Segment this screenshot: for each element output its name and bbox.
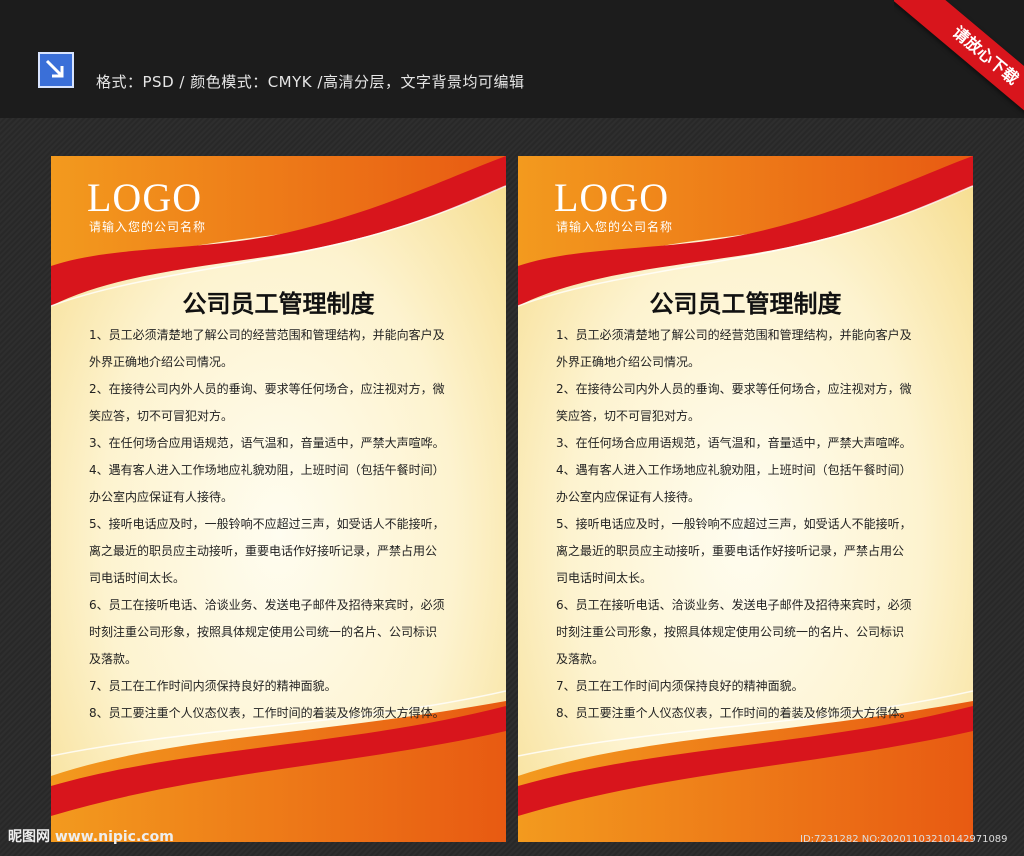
rule-line: 司电话时间太长。 — [556, 571, 653, 585]
rule-line: 1、员工必须清楚地了解公司的经营范围和管理结构，并能向客户及 — [89, 328, 445, 342]
rule-line: 7、员工在工作时间内须保持良好的精神面貌。 — [89, 679, 337, 693]
download-ribbon-label: 请放心下载 — [894, 0, 1024, 118]
rules-list: 1、员工必须清楚地了解公司的经营范围和管理结构，并能向客户及 外界正确地介绍公司… — [556, 322, 948, 727]
download-ribbon: 请放心下载 — [894, 0, 1024, 118]
company-name: 请输入您的公司名称 — [556, 220, 674, 234]
logo-text: LOGO — [554, 175, 670, 220]
arrow-down-right-icon — [38, 52, 74, 88]
image-id-watermark: ID:7231282 NO:20201103210142971089 — [800, 834, 1008, 845]
rule-line: 时刻注重公司形象，按照具体规定使用公司统一的名片、公司标识 — [556, 625, 905, 639]
rule-line: 3、在任何场合应用语规范，语气温和，音量适中，严禁大声喧哗。 — [556, 436, 912, 450]
rule-line: 离之最近的职员应主动接听，重要电话作好接听记录，严禁占用公 — [89, 544, 438, 558]
rule-line: 7、员工在工作时间内须保持良好的精神面貌。 — [556, 679, 804, 693]
poster-right: LOGO 请输入您的公司名称 公司员工管理制度 1、员工必须清楚地了解公司的经营… — [518, 156, 973, 842]
rule-line: 办公室内应保证有人接待。 — [556, 490, 701, 504]
rule-line: 8、员工要注重个人仪态仪表，工作时间的着装及修饰须大方得体。 — [556, 706, 912, 720]
rule-line: 离之最近的职员应主动接听，重要电话作好接听记录，严禁占用公 — [556, 544, 905, 558]
rule-line: 1、员工必须清楚地了解公司的经营范围和管理结构，并能向客户及 — [556, 328, 912, 342]
info-header: 格式：PSD / 颜色模式：CMYK /高清分层，文字背景均可编辑 请放心下载 — [0, 0, 1024, 118]
rule-line: 笑应答，切不可冒犯对方。 — [89, 409, 234, 423]
rule-line: 外界正确地介绍公司情况。 — [556, 355, 701, 369]
rule-line: 2、在接待公司内外人员的垂询、要求等任何场合，应注视对方，微 — [556, 382, 912, 396]
site-watermark: 昵图网 www.nipic.com — [8, 829, 174, 845]
rule-line: 4、遇有客人进入工作场地应礼貌劝阻，上班时间（包括午餐时间） — [556, 463, 912, 477]
rule-line: 5、接听电话应及时，一般铃响不应超过三声，如受话人不能接听， — [556, 517, 912, 531]
rule-line: 8、员工要注重个人仪态仪表，工作时间的着装及修饰须大方得体。 — [89, 706, 445, 720]
rule-line: 6、员工在接听电话、洽谈业务、发送电子邮件及招待来宾时，必须 — [89, 598, 445, 612]
format-info-text: 格式：PSD / 颜色模式：CMYK /高清分层，文字背景均可编辑 — [96, 73, 525, 91]
poster-left: LOGO 请输入您的公司名称 公司员工管理制度 1、员工必须清楚地了解公司的经营… — [51, 156, 506, 842]
rule-line: 及落款。 — [89, 652, 138, 666]
rule-line: 及落款。 — [556, 652, 605, 666]
poster-title: 公司员工管理制度 — [649, 289, 842, 318]
rule-line: 笑应答，切不可冒犯对方。 — [556, 409, 701, 423]
rule-line: 5、接听电话应及时，一般铃响不应超过三声，如受话人不能接听， — [89, 517, 445, 531]
rule-line: 时刻注重公司形象，按照具体规定使用公司统一的名片、公司标识 — [89, 625, 438, 639]
company-name: 请输入您的公司名称 — [89, 220, 207, 234]
poster-title: 公司员工管理制度 — [182, 289, 375, 318]
rule-line: 2、在接待公司内外人员的垂询、要求等任何场合，应注视对方，微 — [89, 382, 445, 396]
rule-line: 司电话时间太长。 — [89, 571, 186, 585]
rule-line: 外界正确地介绍公司情况。 — [89, 355, 234, 369]
rule-line: 办公室内应保证有人接待。 — [89, 490, 234, 504]
rule-line: 6、员工在接听电话、洽谈业务、发送电子邮件及招待来宾时，必须 — [556, 598, 912, 612]
rules-list: 1、员工必须清楚地了解公司的经营范围和管理结构，并能向客户及 外界正确地介绍公司… — [89, 322, 481, 727]
logo-text: LOGO — [87, 175, 203, 220]
rule-line: 4、遇有客人进入工作场地应礼貌劝阻，上班时间（包括午餐时间） — [89, 463, 445, 477]
rule-line: 3、在任何场合应用语规范，语气温和，音量适中，严禁大声喧哗。 — [89, 436, 445, 450]
